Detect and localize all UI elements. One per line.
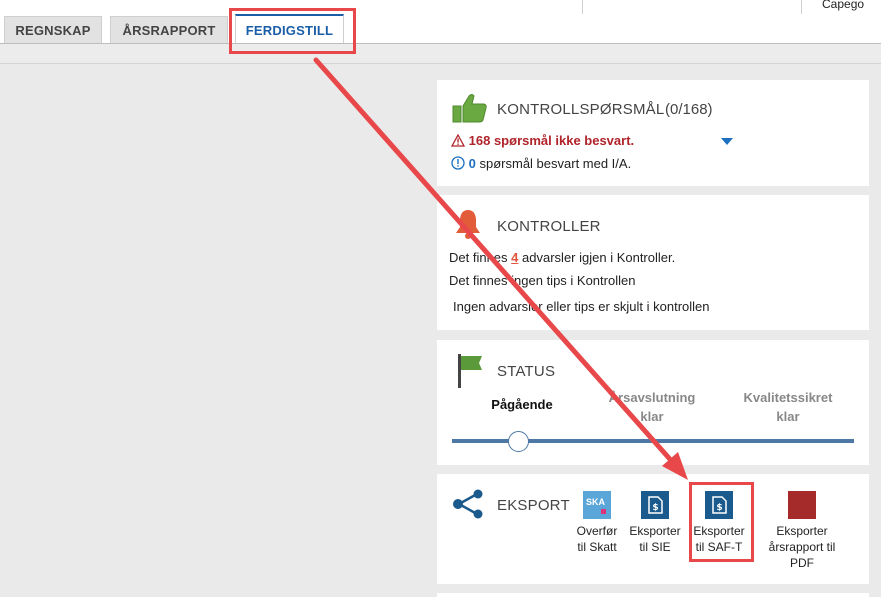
question-count: (0/168) [665,101,713,118]
hidden-text: Ingen advarsler eller tips er skjult i k… [453,299,710,314]
button-label: Eksporter [776,524,828,538]
eksport-card: EKSPORT SKA Overfør til Skatt $ Eksporte… [437,474,869,584]
ia-count: 0 [468,156,476,171]
stage-label: Pågående [491,397,553,412]
unanswered-count: 168 [468,133,491,148]
stage-label: Årsavslutning [608,390,696,405]
tips-text: Det finnes ingen tips i Kontrollen [449,273,636,288]
tab-strip: REGNSKAP ÅRSRAPPORT FERDIGSTILL [0,14,881,44]
unanswered-line[interactable]: 168 spørsmål ikke besvart. [450,133,635,148]
button-label-2: til SIE [639,540,671,554]
chevron-down-icon[interactable] [721,138,733,145]
button-label-2: til Skatt [577,540,617,554]
tab-arsrapport[interactable]: ÅRSRAPPORT [110,16,228,44]
warning-icon [450,133,466,147]
ia-text: spørsmål besvart med I/A. [479,156,632,171]
warnings-count-link[interactable]: 4 [511,250,518,265]
stage-label: Kvalitetssikret [743,390,833,405]
warnings-line: Det finnes 4 advarsler igjen i Kontrolle… [449,250,675,265]
status-slider-handle[interactable] [508,431,529,452]
eksporter-til-sie-button[interactable]: $ Eksporter til SIE [626,491,684,555]
ia-line: 0 spørsmål besvart med I/A. [451,156,631,171]
status-card: STATUS Pågående Årsavslutning klar Kvali… [437,340,869,465]
stage-arsavslutning[interactable]: Årsavslutning klar [597,388,707,426]
tab-highlight-box [229,8,356,54]
stage-pagaende[interactable]: Pågående [477,395,567,414]
user-name: Capego [822,0,865,11]
stage-label-2: klar [776,409,800,424]
tab-regnskap[interactable]: REGNSKAP [4,16,102,44]
stage-label-2: klar [640,409,664,424]
divider [582,0,583,14]
status-title: STATUS [497,363,556,380]
overfor-til-skatt-button[interactable]: SKA Overfør til Skatt [569,491,625,555]
info-icon [451,156,465,170]
kontrollsporsmal-card: KONTROLLSPØRSMÅL (0/168) 168 spørsmål ik… [437,80,869,186]
eksport-title: EKSPORT [497,497,570,514]
button-label-3: PDF [790,556,814,570]
kontroller-title: KONTROLLER [497,218,601,235]
share-icon [453,489,483,519]
svg-text:$: $ [652,503,658,513]
kontrollsporsmal-title: KONTROLLSPØRSMÅL [497,101,665,118]
bell-icon [456,210,480,239]
divider [801,0,802,14]
warnings-prefix: Det finnes [449,250,508,265]
button-label: Overfør [576,524,618,538]
kontroller-card: KONTROLLER Det finnes 4 advarsler igjen … [437,195,869,330]
document-export-icon: $ [641,491,669,519]
ska-icon: SKA [583,491,611,519]
thumbs-up-icon [452,94,487,123]
ska-icon-label: SKA [586,497,606,507]
pdf-icon [788,491,816,519]
button-label: Eksporter [629,524,681,538]
next-card [437,593,869,597]
stage-kvalitetssikret[interactable]: Kvalitetssikret klar [729,388,847,426]
eksporter-arsrapport-pdf-button[interactable]: Eksporter årsrapport til PDF [762,491,842,571]
flag-icon [458,354,482,388]
button-label-2: årsrapport til [768,540,836,554]
subheader-bar [0,44,881,64]
warnings-suffix: advarsler igjen i Kontroller. [522,250,676,265]
unanswered-text: spørsmål ikke besvart. [493,133,635,148]
saft-highlight-box [689,482,754,562]
